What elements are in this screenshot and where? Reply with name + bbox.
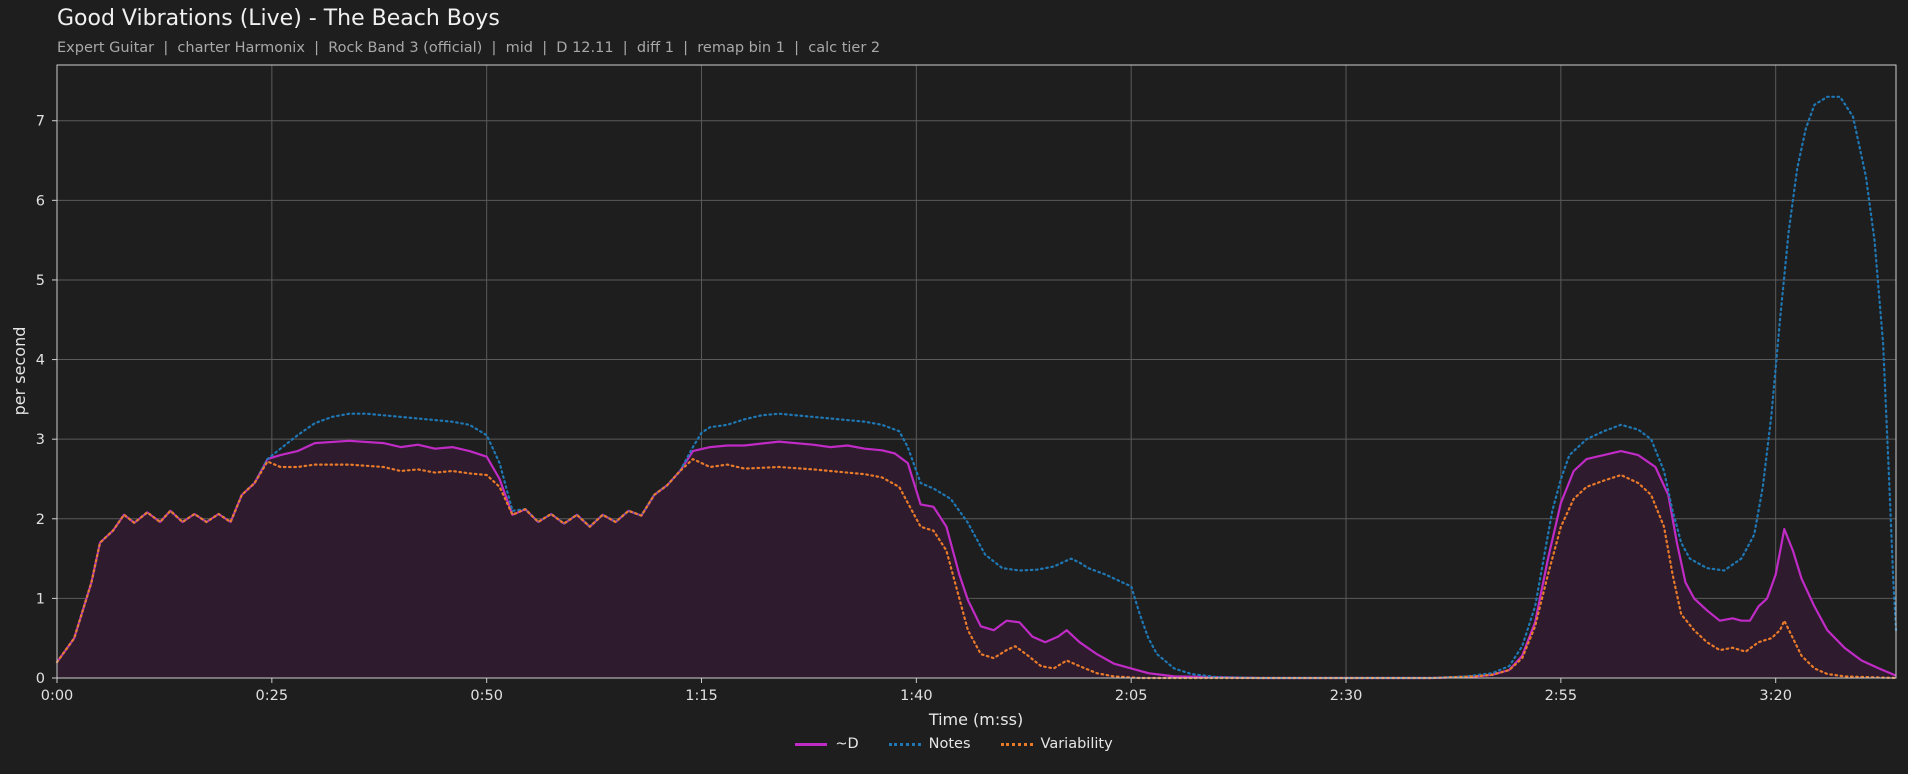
legend-label: ~D: [835, 736, 859, 752]
y-tick-label: 7: [36, 114, 45, 130]
x-tick-label: 0:25: [256, 688, 289, 704]
y-tick-label: 3: [36, 432, 45, 448]
x-axis-label: Time (m:ss): [928, 710, 1023, 729]
x-tick-label: 1:15: [685, 688, 718, 704]
y-tick-label: 0: [36, 671, 45, 687]
x-tick-label: 0:00: [41, 688, 74, 704]
chart-svg: 0:00 0:25 0:50 1:15 1:40 2:05 2:30 2:55 3:20 0 1 2…: [10, 64, 1898, 729]
y-tick-label: 2: [36, 512, 45, 528]
legend: ~D Notes Variability: [0, 736, 1908, 752]
y-axis-label: per second: [10, 327, 29, 416]
y-tick-label: 5: [36, 273, 45, 289]
x-tick-label: 3:20: [1759, 688, 1792, 704]
x-tick-label: 2:05: [1115, 688, 1148, 704]
legend-item-d: ~D: [795, 736, 859, 752]
legend-swatch: [1000, 742, 1033, 746]
legend-swatch: [795, 742, 828, 746]
x-axis-ticks: 0:00 0:25 0:50 1:15 1:40 2:05 2:30 2:55 3:20: [41, 678, 1792, 704]
legend-label: Variability: [1040, 736, 1113, 752]
y-axis-ticks: 0 1 2 3 4 5 6 7: [36, 114, 57, 687]
y-tick-label: 4: [36, 353, 45, 369]
y-tick-label: 6: [36, 193, 45, 209]
legend-item-notes: Notes: [888, 736, 971, 752]
legend-item-variability: Variability: [1000, 736, 1113, 752]
legend-swatch: [888, 742, 921, 746]
x-tick-label: 0:50: [470, 688, 503, 704]
y-tick-label: 1: [36, 591, 45, 607]
legend-label: Notes: [928, 736, 971, 752]
x-tick-label: 2:55: [1545, 688, 1578, 704]
x-tick-label: 1:40: [900, 688, 933, 704]
x-tick-label: 2:30: [1330, 688, 1363, 704]
